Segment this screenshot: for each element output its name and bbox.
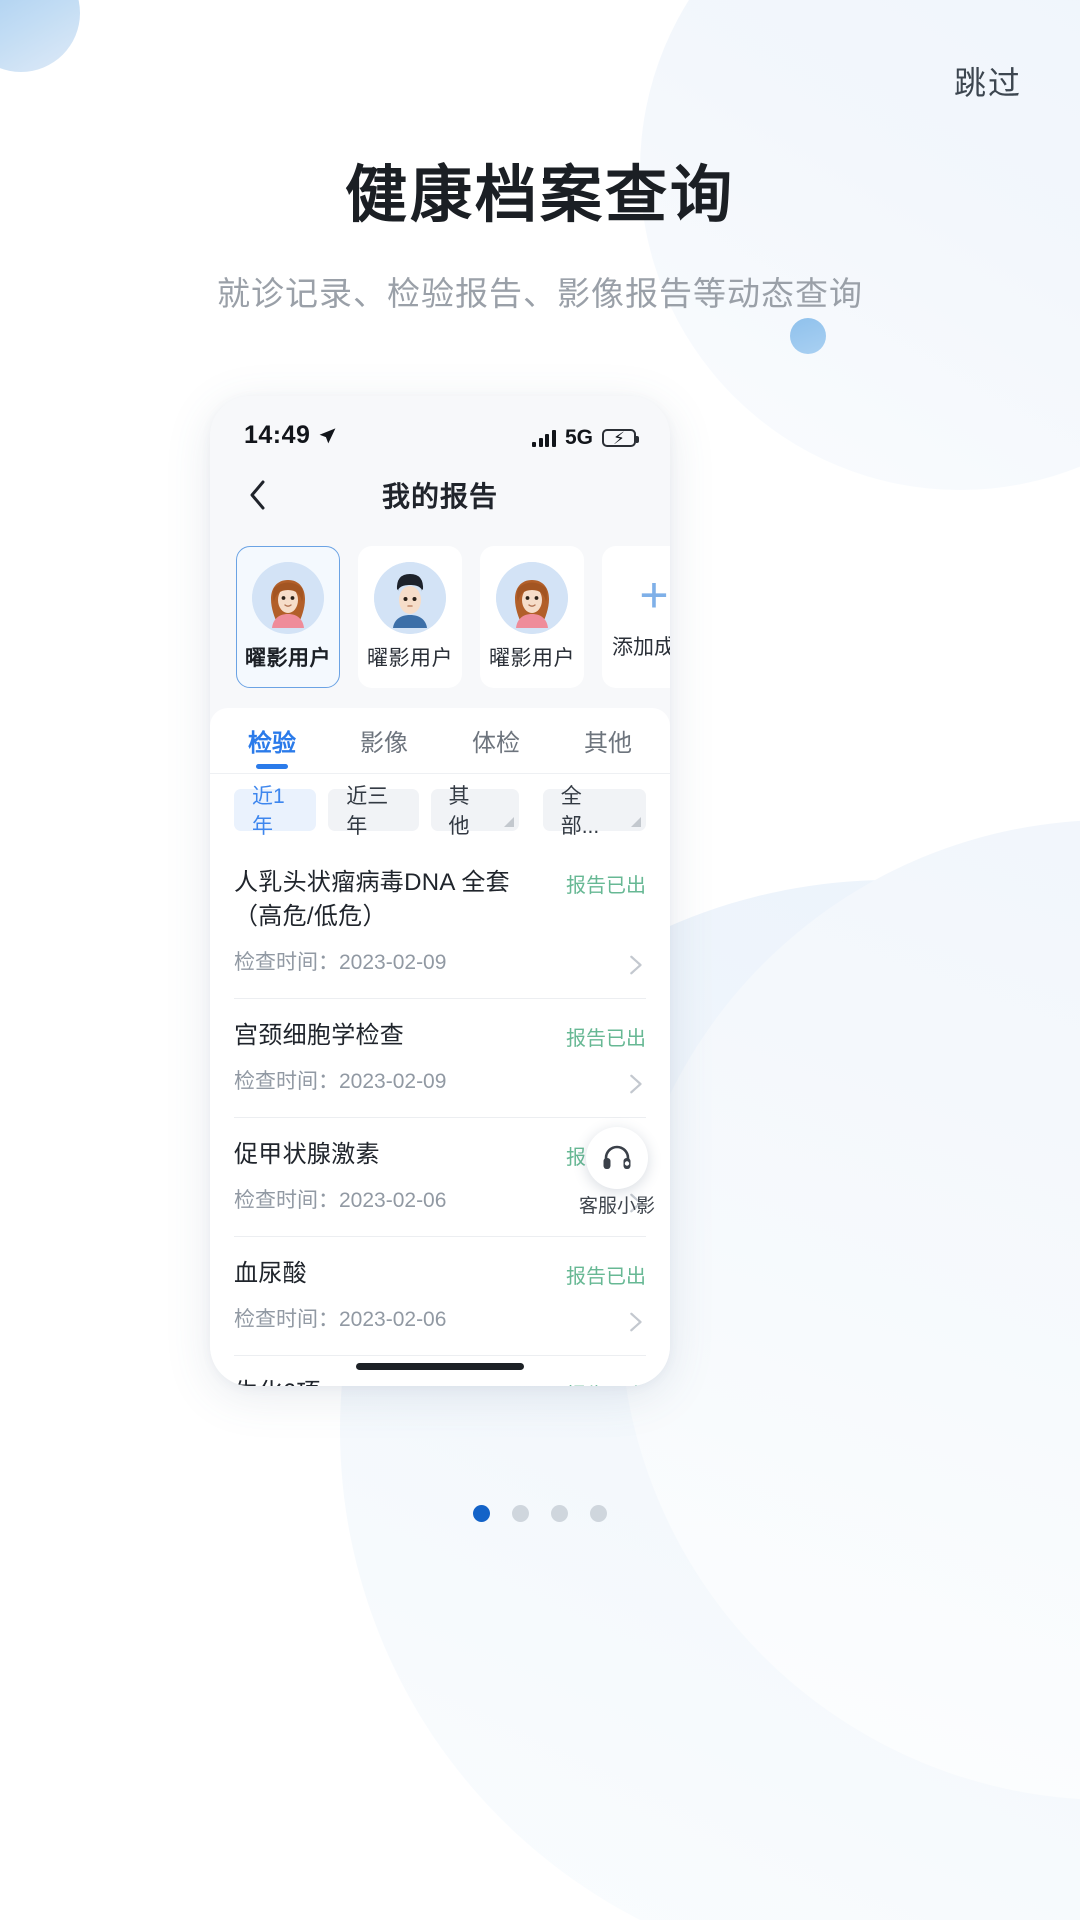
member-selector: 曜影用户 曜影用户 曜影用户 + 添加成 <box>210 532 670 708</box>
nav-title: 我的报告 <box>381 481 498 512</box>
report-time: 检查时间：2023-02-09 <box>234 1065 646 1095</box>
member-name: 曜影用户 <box>489 647 575 670</box>
report-title: 促甲状腺激素 <box>234 1141 380 1169</box>
report-title: 人乳头状瘤病毒DNA 全套（高危/低危） <box>234 869 510 931</box>
location-arrow-icon <box>320 428 336 444</box>
customer-service-label: 客服小影 <box>579 1196 656 1217</box>
report-time-label: 检查时间： <box>234 1070 339 1094</box>
report-status-badge: 报告已出 <box>566 875 646 897</box>
back-button[interactable] <box>240 478 274 512</box>
report-row-3[interactable]: 血尿酸 报告已出 检查时间：2023-02-06 <box>234 1237 646 1357</box>
tab-other[interactable]: 其他 <box>552 708 664 773</box>
status-time: 14:49 <box>244 421 311 449</box>
pager-dot-3[interactable] <box>590 1505 607 1522</box>
member-name: 曜影用户 <box>245 647 331 670</box>
add-member-label: 添加成员 <box>612 636 670 659</box>
report-time-label: 检查时间： <box>234 1308 339 1332</box>
battery-charging-icon: ⚡ <box>602 429 639 448</box>
home-indicator <box>356 1363 524 1370</box>
avatar-man-icon <box>374 562 446 634</box>
filter-chip-other-label: 其他 <box>448 785 470 838</box>
report-time: 检查时间：2023-02-06 <box>234 1303 646 1333</box>
signal-bars-icon <box>532 429 556 447</box>
decorative-dot <box>790 318 826 354</box>
report-status-badge: 报告已出 <box>566 1376 646 1386</box>
customer-service-button[interactable]: 客服小影 <box>579 1127 656 1218</box>
filter-chip-other[interactable]: 其他 <box>430 785 519 838</box>
report-row-0[interactable]: 人乳头状瘤病毒DNA 全套（高危/低危） 报告已出 检查时间：2023-02-0… <box>234 846 646 1000</box>
add-member-card[interactable]: + 添加成员 <box>602 546 670 688</box>
tab-imaging[interactable]: 影像 <box>328 708 440 773</box>
chevron-right-icon <box>630 1074 642 1094</box>
filter-chip-3-years[interactable]: 近三年 <box>328 785 419 838</box>
member-name: 曜影用户 <box>367 647 453 670</box>
pager-dot-2[interactable] <box>551 1505 568 1522</box>
report-time-label: 检查时间： <box>234 951 339 975</box>
avatar-woman-icon <box>496 562 568 634</box>
status-bar-right: 5G ⚡ <box>532 426 639 450</box>
network-label: 5G <box>564 426 593 449</box>
decorative-blob-top-left <box>0 0 80 72</box>
phone-mockup: 14:49 5G ⚡ 我的报告 曜影用户 曜影用户 曜影用户 + 添加成 检验 … <box>210 396 670 1386</box>
report-title: 血尿酸 <box>234 1260 307 1288</box>
report-tabs: 检验 影像 体检 其他 <box>210 708 670 774</box>
app-nav-bar: 我的报告 <box>210 458 670 532</box>
chevron-down-icon <box>503 817 514 827</box>
report-status-badge: 报告已出 <box>566 1028 646 1051</box>
pager-dot-1[interactable] <box>512 1505 529 1522</box>
report-status-badge: 报告已出 <box>566 1266 646 1289</box>
filter-bar: 近1年 近三年 其他 全部... <box>210 774 670 846</box>
report-row-1[interactable]: 宫颈细胞学检查 报告已出 检查时间：2023-02-09 <box>234 999 646 1119</box>
service-icon-wrap <box>586 1127 648 1189</box>
report-time-value: 2023-02-09 <box>339 1070 447 1094</box>
page-subtitle: 就诊记录、检验报告、影像报告等动态查询 <box>217 275 863 313</box>
page-title: 健康档案查询 <box>344 161 735 230</box>
report-list: 人乳头状瘤病毒DNA 全套（高危/低危） 报告已出 检查时间：2023-02-0… <box>210 846 670 1386</box>
member-card-2[interactable]: 曜影用户 <box>480 546 584 688</box>
headset-icon <box>603 1145 631 1169</box>
headline-block: 健康档案查询 就诊记录、检验报告、影像报告等动态查询 <box>0 160 1080 315</box>
member-card-1[interactable]: 曜影用户 <box>358 546 462 688</box>
filter-chip-all-label: 全部... <box>560 785 600 838</box>
report-time-value: 2023-02-06 <box>339 1189 447 1213</box>
reports-panel: 检验 影像 体检 其他 近1年 近三年 其他 全部... 人乳头状瘤病毒DNA … <box>210 708 670 1386</box>
chevron-left-icon <box>250 480 265 510</box>
report-time-value: 2023-02-06 <box>339 1308 447 1332</box>
tab-inspection[interactable]: 检验 <box>216 708 328 773</box>
report-title: 生化6项 <box>234 1376 321 1386</box>
tab-physical-exam[interactable]: 体检 <box>440 708 552 773</box>
plus-icon: + <box>639 567 669 623</box>
report-title: 宫颈细胞学检查 <box>234 1022 405 1050</box>
report-row-4[interactable]: 生化6项 报告已出 检查时间：2023-02-06 <box>234 1356 646 1386</box>
skip-button[interactable]: 跳过 <box>954 58 1022 104</box>
avatar-woman-icon <box>252 562 324 634</box>
filter-chip-all[interactable]: 全部... <box>542 785 646 838</box>
chevron-right-icon <box>630 955 642 975</box>
status-bar: 14:49 5G ⚡ <box>210 396 670 458</box>
report-time-value: 2023-02-09 <box>339 951 447 975</box>
pager-dot-0[interactable] <box>473 1505 490 1522</box>
report-time-label: 检查时间： <box>234 1189 339 1213</box>
pager-dots <box>0 1505 1080 1522</box>
member-card-0[interactable]: 曜影用户 <box>236 546 340 688</box>
status-bar-left: 14:49 <box>244 421 337 450</box>
filter-chip-1-year[interactable]: 近1年 <box>234 785 317 838</box>
report-time: 检查时间：2023-02-09 <box>234 946 646 976</box>
chevron-down-icon <box>631 817 641 827</box>
chevron-right-icon <box>630 1313 642 1332</box>
